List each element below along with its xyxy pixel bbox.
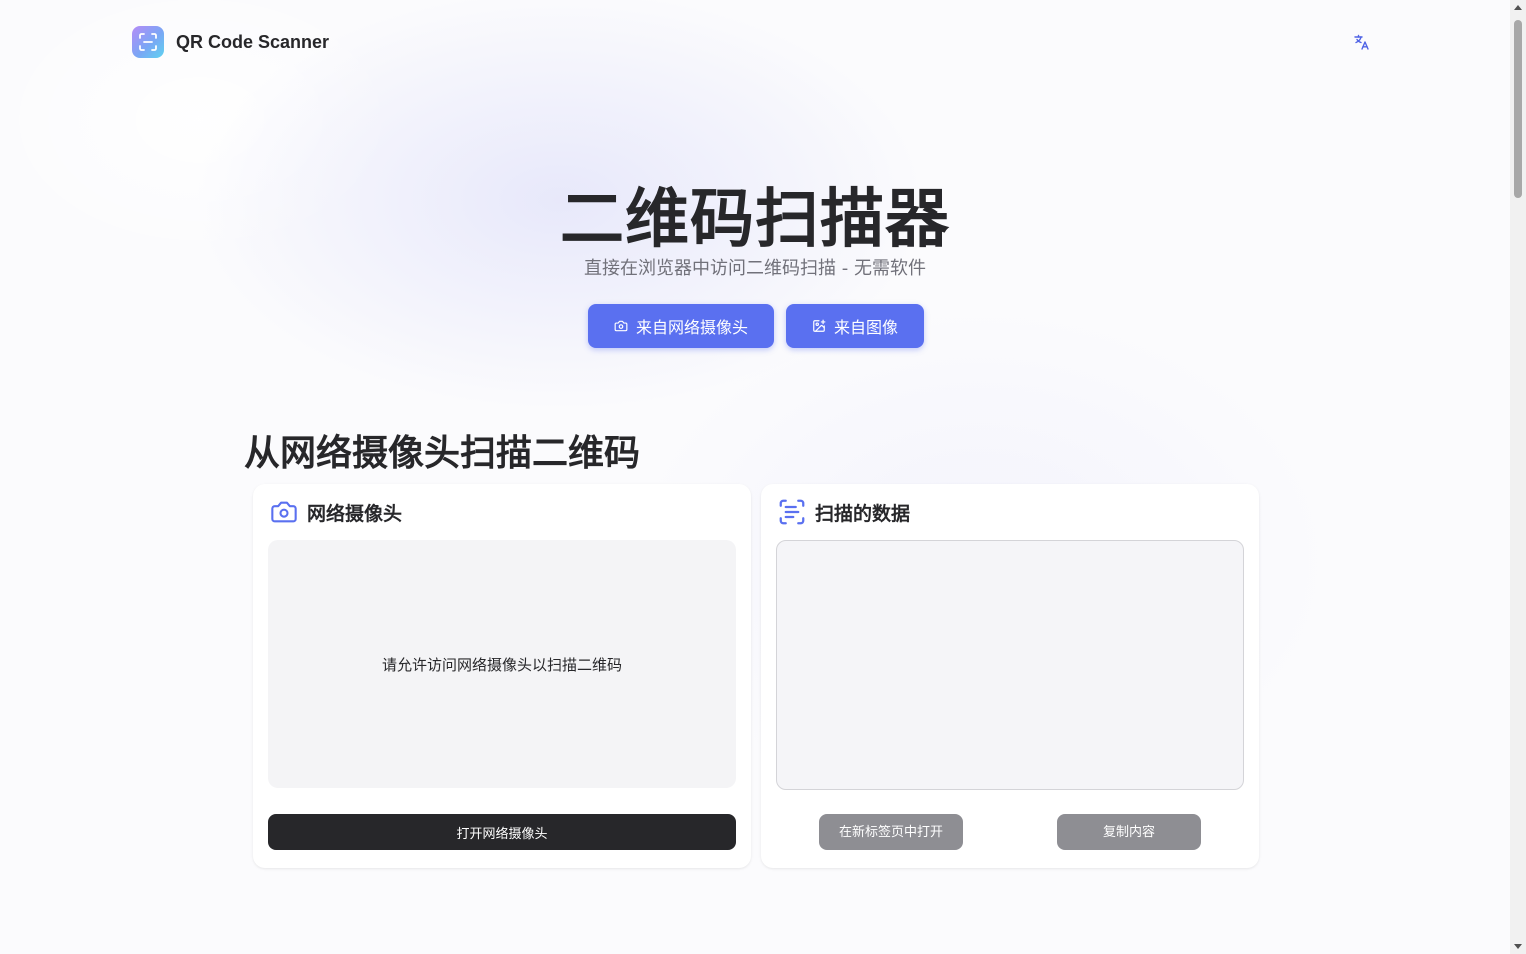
scroll-up-arrow-icon[interactable] [1514, 5, 1522, 10]
open-in-new-tab-button[interactable]: 在新标签页中打开 [819, 814, 963, 850]
from-webcam-button[interactable]: 来自网络摄像头 [588, 304, 774, 348]
scan-text-icon [779, 499, 805, 525]
background-glow [0, 0, 1510, 954]
scanned-data-card: 扫描的数据 在新标签页中打开 复制内容 [761, 484, 1259, 868]
webcam-card: 网络摄像头 请允许访问网络摄像头以扫描二维码 打开网络摄像头 [253, 484, 751, 868]
webcam-card-header: 网络摄像头 [269, 498, 402, 526]
camera-icon [271, 501, 297, 523]
image-upload-icon [813, 319, 826, 332]
scanned-data-textarea[interactable] [776, 540, 1244, 790]
from-image-button[interactable]: 来自图像 [786, 304, 924, 348]
webcam-permission-message: 请允许访问网络摄像头以扫描二维码 [381, 655, 622, 674]
camera-icon [614, 320, 628, 332]
translate-icon [1354, 34, 1369, 50]
scanned-data-title: 扫描的数据 [815, 502, 911, 525]
from-webcam-label: 来自网络摄像头 [635, 318, 748, 337]
webcam-preview: 请允许访问网络摄像头以扫描二维码 [268, 540, 736, 788]
hero-actions: 来自网络摄像头 来自图像 [588, 304, 924, 348]
scrollbar-thumb[interactable] [1514, 20, 1522, 198]
language-button[interactable] [1350, 30, 1374, 54]
scroll-down-arrow-icon[interactable] [1514, 944, 1522, 949]
open-webcam-button[interactable]: 打开网络摄像头 [268, 814, 736, 850]
brand-name[interactable]: QR Code Scanner [176, 32, 329, 53]
scanned-data-header: 扫描的数据 [777, 498, 910, 526]
section-title: 从网络摄像头扫描二维码 [244, 433, 641, 474]
webcam-card-title: 网络摄像头 [307, 502, 403, 525]
scan-icon[interactable] [132, 26, 164, 58]
hero-subtitle: 直接在浏览器中访问二维码扫描 - 无需软件 [584, 258, 926, 279]
hero-title: 二维码扫描器 [560, 183, 950, 257]
copy-content-button[interactable]: 复制内容 [1057, 814, 1201, 850]
from-image-label: 来自图像 [833, 318, 898, 337]
page-scrollbar[interactable] [1510, 0, 1526, 954]
app-header: QR Code Scanner [132, 26, 329, 58]
